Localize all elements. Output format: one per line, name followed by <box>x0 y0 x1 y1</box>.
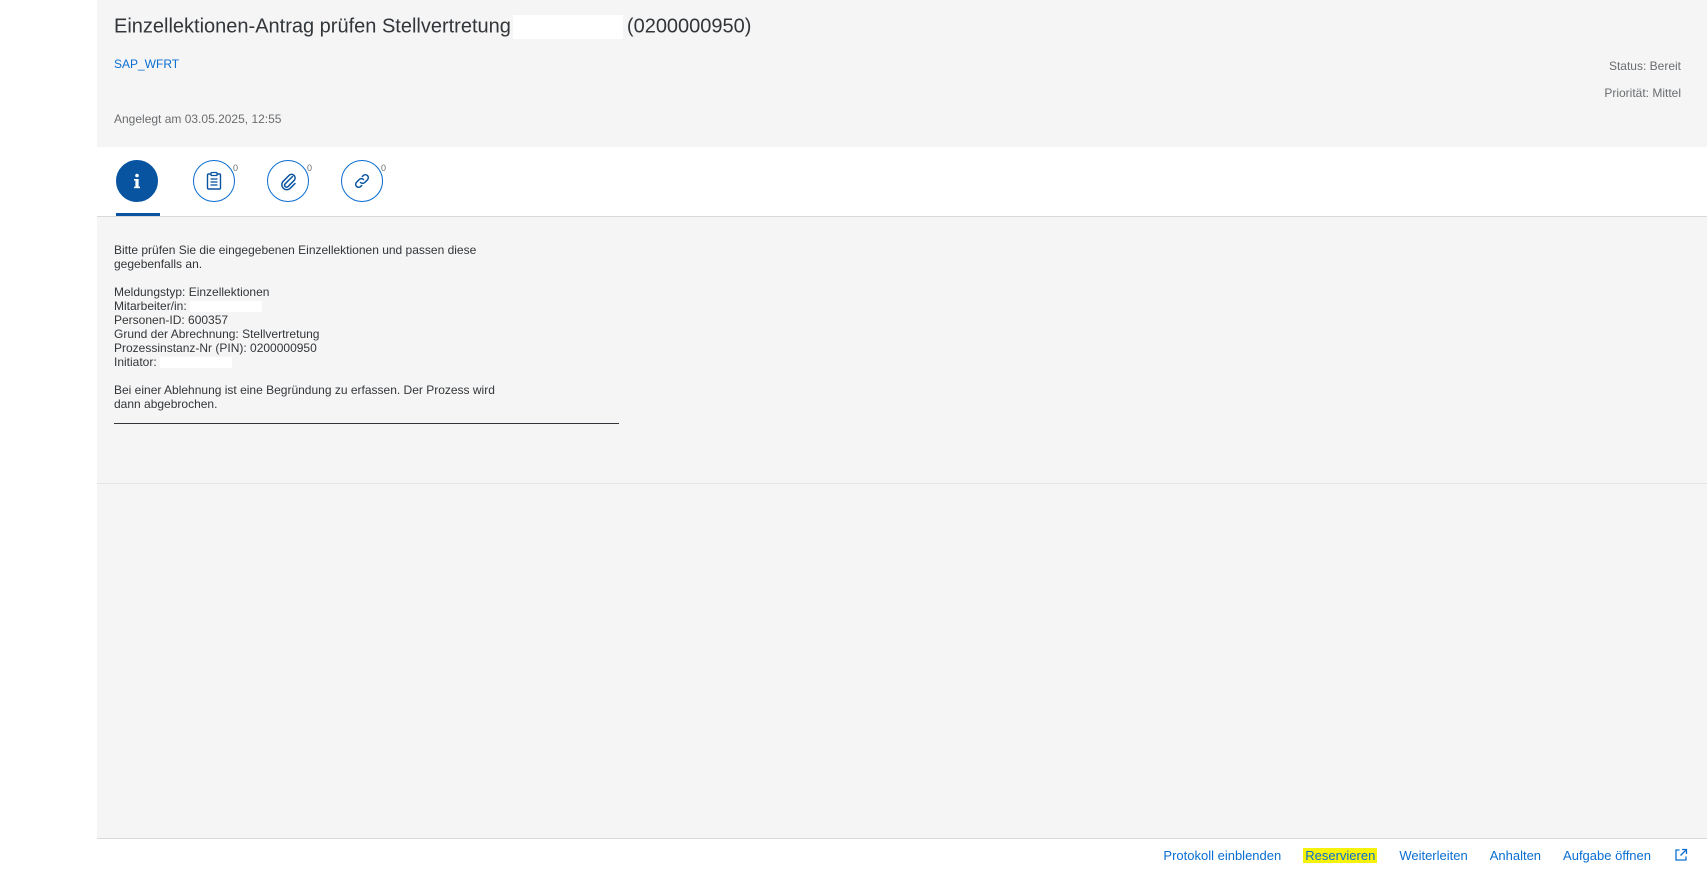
attachments-count: 0 <box>307 163 313 173</box>
note-paragraph: Bei einer Ablehnung ist eine Begründung … <box>114 383 634 411</box>
task-description: Bitte prüfen Sie die eingegebenen Einzel… <box>114 243 634 425</box>
title-id: (0200000950) <box>626 15 752 38</box>
notes-count: 0 <box>233 163 239 173</box>
mitarbeiter-label: Mitarbeiter/in: <box>114 299 187 313</box>
initiator-label: Initiator: <box>114 355 157 369</box>
detail-meldungstyp: Meldungstyp: Einzellektionen <box>114 285 270 299</box>
status-text: Status: Bereit <box>1608 59 1681 73</box>
tab-links[interactable] <box>341 160 383 202</box>
icon-tab-bar: 0 0 0 <box>97 147 1707 217</box>
redacted-value <box>160 357 233 369</box>
detail-personen-id: Personen-ID: 600357 <box>114 313 229 327</box>
section-separator <box>97 483 1707 484</box>
task-detail-pane: Einzellektionen-Antrag prüfen Stellvertr… <box>97 0 1707 875</box>
system-link[interactable]: SAP_WFRT <box>114 57 179 71</box>
title-text: Einzellektionen-Antrag prüfen Stellvertr… <box>114 15 511 38</box>
forward-button[interactable]: Weiterleiten <box>1399 848 1467 863</box>
paperclip-icon <box>281 173 296 191</box>
tab-notes[interactable] <box>193 160 235 202</box>
detail-grund: Grund der Abrechnung: Stellvertretung <box>114 327 320 341</box>
reserve-button[interactable]: Reservieren <box>1303 847 1378 863</box>
note-line: dann abgebrochen. <box>114 397 218 411</box>
intro-line: gegebenfalls an. <box>114 257 203 271</box>
detail-pin: Prozessinstanz-Nr (PIN): 0200000950 <box>114 341 317 355</box>
links-count: 0 <box>381 163 387 173</box>
notes-icon <box>206 171 222 190</box>
left-gutter <box>0 0 97 875</box>
link-icon <box>354 173 370 189</box>
open-task-button[interactable]: Aufgabe öffnen <box>1563 848 1651 863</box>
created-date: Angelegt am 03.05.2025, 12:55 <box>114 112 282 126</box>
detail-mitarbeiter: Mitarbeiter/in: <box>114 299 634 313</box>
open-external-icon[interactable] <box>1673 847 1689 863</box>
footer-actions: Protokoll einblenden Reservieren Weiterl… <box>1163 847 1689 863</box>
detail-initiator: Initiator: <box>114 355 634 369</box>
tab-info[interactable] <box>116 160 158 202</box>
info-icon <box>134 173 140 189</box>
show-log-button[interactable]: Protokoll einblenden <box>1163 848 1281 863</box>
tab-attachments[interactable] <box>267 160 309 202</box>
footer-toolbar: Protokoll einblenden Reservieren Weiterl… <box>97 838 1707 875</box>
intro-line: Bitte prüfen Sie die eingegebenen Einzel… <box>114 243 477 257</box>
note-line: Bei einer Ablehnung ist eine Begründung … <box>114 383 495 397</box>
object-header: Einzellektionen-Antrag prüfen Stellvertr… <box>97 0 1707 147</box>
content-divider <box>114 423 619 424</box>
details-block: Meldungstyp: Einzellektionen Mitarbeiter… <box>114 285 634 369</box>
page-title: Einzellektionen-Antrag prüfen Stellvertr… <box>114 15 751 39</box>
intro-paragraph: Bitte prüfen Sie die eingegebenen Einzel… <box>114 243 634 271</box>
priority-text: Priorität: Mittel <box>1604 86 1681 100</box>
suspend-button[interactable]: Anhalten <box>1490 848 1541 863</box>
active-tab-indicator <box>116 213 160 216</box>
redacted-value <box>190 301 263 313</box>
redacted-name <box>512 15 623 39</box>
